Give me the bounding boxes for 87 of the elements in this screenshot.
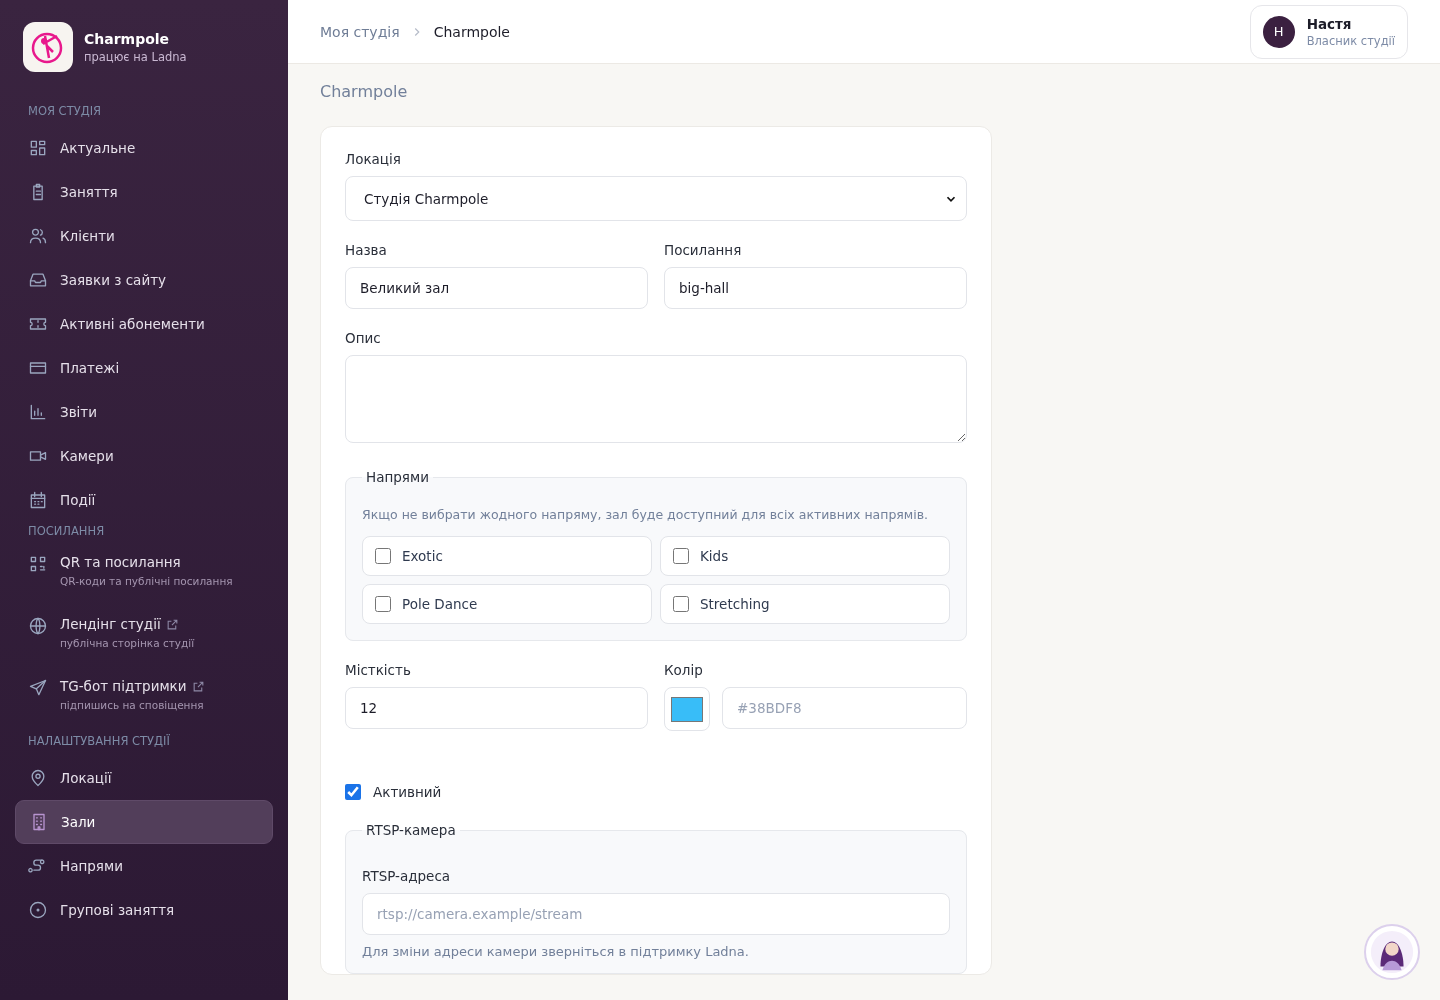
field-label: Колір bbox=[664, 662, 704, 678]
item-label: QR та посилання bbox=[60, 554, 181, 570]
user-card[interactable]: Н Настя Власник студії bbox=[1249, 4, 1408, 59]
sidebar-item[interactable]: Активні абонементи bbox=[15, 302, 273, 346]
field-label: RTSP-адреса bbox=[362, 868, 452, 884]
person-silhouette-icon bbox=[1368, 928, 1416, 976]
sidebar-item[interactable]: Групові заняття bbox=[15, 888, 273, 932]
qr-code-icon bbox=[28, 554, 48, 574]
studio-name: Charmpole bbox=[84, 30, 171, 47]
rtsp-field[interactable]: rtsp://camera.example/stream bbox=[362, 893, 950, 935]
paper-plane-icon bbox=[28, 678, 48, 698]
sidebar-item[interactable]: Камери bbox=[15, 434, 273, 478]
direction-option[interactable]: Stretching bbox=[660, 584, 950, 624]
name-field[interactable]: Великий зал bbox=[345, 267, 648, 309]
sidebar-item[interactable]: Заявки з сайту bbox=[15, 258, 273, 302]
studio-tagline: працює на Ladna bbox=[84, 49, 187, 64]
direction-option[interactable]: Pole Dance bbox=[362, 584, 652, 624]
item-label: Активні абонементи bbox=[60, 316, 205, 332]
breadcrumb-link[interactable]: Charmpole bbox=[433, 23, 510, 40]
item-label: Камери bbox=[60, 448, 114, 464]
item-label: Напрями bbox=[60, 858, 123, 874]
sidebar-item[interactable]: Лендінг студії публічна сторінка студії bbox=[15, 608, 273, 670]
item-label: Події bbox=[60, 492, 96, 508]
direction-option[interactable]: Exotic bbox=[362, 536, 652, 576]
sidebar-item[interactable]: Зали bbox=[15, 800, 273, 844]
sidebar-item[interactable]: QR та посилання QR-коди та публічні посилання bbox=[15, 546, 273, 608]
globe-icon bbox=[28, 616, 48, 636]
sidebar-item[interactable]: Події bbox=[15, 478, 273, 522]
slug-field[interactable]: big-hall bbox=[664, 267, 967, 309]
item-label: Клієнти bbox=[60, 228, 115, 244]
checkbox-label: Активний bbox=[373, 784, 442, 800]
section-heading: ПОСИЛАННЯ bbox=[27, 524, 106, 538]
section-heading: МОЯ СТУДІЯ bbox=[27, 104, 103, 118]
item-subtitle: підпишись на сповіщення bbox=[60, 699, 205, 711]
color-picker[interactable] bbox=[664, 687, 710, 731]
sidebar-item[interactable]: TG-бот підтримки підпишись на сповіщення bbox=[15, 670, 273, 732]
item-label: Заявки з сайту bbox=[60, 272, 167, 288]
page-subtitle: Charmpole bbox=[320, 82, 409, 101]
capacity-field[interactable]: 12 bbox=[345, 687, 648, 729]
circle-dot-icon bbox=[28, 900, 48, 920]
checkbox[interactable] bbox=[375, 596, 391, 612]
checkbox[interactable] bbox=[375, 548, 391, 564]
field-label: Опис bbox=[345, 330, 382, 346]
item-subtitle: публічна сторінка студії bbox=[60, 637, 195, 649]
checkbox[interactable] bbox=[673, 596, 689, 612]
sidebar-item[interactable]: Клієнти bbox=[15, 214, 273, 258]
user-role: Власник студії bbox=[1306, 33, 1395, 48]
item-label: TG-бот підтримки bbox=[60, 678, 187, 694]
sidebar-item[interactable]: Локації bbox=[15, 756, 273, 800]
active-checkbox[interactable] bbox=[345, 784, 361, 800]
field-label: Посилання bbox=[664, 242, 743, 258]
group-legend: RTSP-камера bbox=[362, 822, 460, 838]
checkbox[interactable] bbox=[673, 548, 689, 564]
item-label: Звіти bbox=[60, 404, 97, 420]
sidebar-item[interactable]: Актуальне bbox=[15, 126, 273, 170]
section-heading: НАЛАШТУВАННЯ СТУДІЇ bbox=[27, 734, 171, 748]
color-field[interactable]: #38BDF8 bbox=[722, 687, 967, 729]
item-label: Заняття bbox=[60, 184, 118, 200]
item-label: Групові заняття bbox=[60, 902, 175, 918]
item-label: Платежі bbox=[60, 360, 120, 376]
user-name: Настя bbox=[1306, 15, 1353, 32]
field-label: Місткість bbox=[345, 662, 412, 678]
assistant-button[interactable] bbox=[1364, 924, 1420, 980]
direction-option[interactable]: Kids bbox=[660, 536, 950, 576]
sidebar-item[interactable]: Напрями bbox=[15, 844, 273, 888]
item-label: Локації bbox=[60, 770, 112, 786]
item-label: Лендінг студії bbox=[60, 616, 161, 632]
hint-text: Якщо не вибрати жодного напряму, зал буде доступний для всіх активних напрямів. bbox=[362, 507, 930, 522]
studio-logo bbox=[23, 22, 73, 72]
group-legend: Напрями bbox=[362, 469, 433, 485]
description-field[interactable] bbox=[345, 355, 967, 443]
sidebar-item[interactable]: Платежі bbox=[15, 346, 273, 390]
item-label: Зали bbox=[61, 814, 96, 830]
breadcrumb-link[interactable]: Моя студія bbox=[320, 23, 400, 40]
calendar-icon bbox=[28, 490, 48, 510]
item-label: Актуальне bbox=[60, 140, 136, 156]
sidebar-item[interactable]: Звіти bbox=[15, 390, 273, 434]
location-select[interactable]: Студія Charmpole bbox=[345, 176, 967, 221]
hint-text: Для зміни адреси камери зверніться в підтримку Ladna. bbox=[362, 944, 750, 959]
bar-chart-icon bbox=[28, 402, 48, 422]
users-icon bbox=[28, 226, 48, 246]
sidebar-item[interactable]: Заняття bbox=[15, 170, 273, 214]
item-subtitle: QR-коди та публічні посилання bbox=[60, 575, 233, 587]
field-label: Назва bbox=[345, 242, 388, 258]
dashboard-grid-icon bbox=[28, 138, 48, 158]
user-avatar: Н bbox=[1262, 15, 1295, 48]
field-label: Локація bbox=[345, 151, 402, 167]
